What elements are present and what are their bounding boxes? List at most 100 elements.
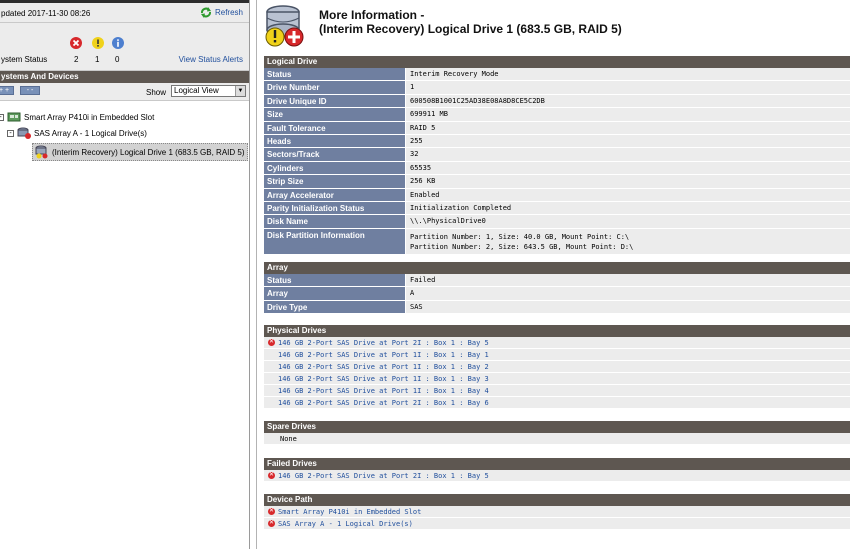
row-key: Cylinders bbox=[264, 161, 406, 175]
drive-link[interactable]: 146 GB 2-Port SAS Drive at Port 2I : Box… bbox=[278, 339, 489, 347]
warning-icon bbox=[92, 37, 104, 49]
failed-drives-table: Failed Drives ✕ 146 GB 2-Port SAS Drive a… bbox=[264, 458, 850, 482]
list-item[interactable]: 146 GB 2-Port SAS Drive at Port 2I : Box… bbox=[264, 397, 850, 409]
page-title: More Information - (Interim Recovery) Lo… bbox=[319, 8, 622, 36]
row-value: 32 bbox=[406, 148, 850, 161]
row-value: 699911 MB bbox=[406, 108, 850, 121]
row-value: 1 bbox=[406, 81, 850, 94]
row-key: Fault Tolerance bbox=[264, 121, 406, 134]
collapse-toggle[interactable]: - bbox=[7, 129, 14, 137]
expand-all-button[interactable]: + + bbox=[0, 86, 14, 95]
chevron-down-icon[interactable]: ▼ bbox=[235, 86, 245, 96]
view-select[interactable]: Logical View ▼ bbox=[171, 85, 246, 97]
list-item[interactable]: ✕ Smart Array P410i in Embedded Slot bbox=[264, 506, 850, 518]
row-value: Enabled bbox=[406, 188, 850, 201]
row-value: Partition Number: 1, Size: 40.0 GB, Moun… bbox=[406, 228, 850, 254]
error-icon: ✕ bbox=[268, 472, 275, 479]
system-status-area: ystem Status 2 1 0 View Status Alerts bbox=[0, 23, 249, 71]
drive-link[interactable]: 146 GB 2-Port SAS Drive at Port 1I : Box… bbox=[278, 363, 489, 371]
collapse-toggle[interactable]: - bbox=[0, 113, 4, 121]
table-row: Drive Number 1 bbox=[264, 81, 850, 95]
refresh-label: Refresh bbox=[214, 8, 243, 17]
row-value: Failed bbox=[406, 274, 850, 287]
row-value: SAS bbox=[406, 300, 850, 314]
view-status-alerts-link[interactable]: View Status Alerts bbox=[179, 55, 243, 64]
partition-line: Partition Number: 2, Size: 643.5 GB, Mou… bbox=[410, 242, 634, 251]
table-row: Status Interim Recovery Mode bbox=[264, 68, 850, 82]
table-row: Array Accelerator Enabled bbox=[264, 188, 850, 202]
table-row: Disk Name \\.\PhysicalDrive0 bbox=[264, 215, 850, 229]
systems-devices-header: ystems And Devices bbox=[0, 71, 249, 83]
array-table: Array Status Failed Array A Drive Type SAS bbox=[264, 262, 850, 315]
list-item[interactable]: 146 GB 2-Port SAS Drive at Port 1I : Box… bbox=[264, 349, 850, 361]
partition-line: Partition Number: 1, Size: 40.0 GB, Moun… bbox=[410, 232, 630, 241]
error-icon: ✕ bbox=[268, 339, 275, 346]
system-status-label: ystem Status bbox=[1, 55, 48, 64]
tree-item-label: Smart Array P410i in Embedded Slot bbox=[24, 112, 155, 122]
row-value: \\.\PhysicalDrive0 bbox=[406, 215, 850, 228]
spare-drives-header: Spare Drives bbox=[264, 421, 850, 433]
device-link[interactable]: Smart Array P410i in Embedded Slot bbox=[278, 508, 421, 516]
drive-link[interactable]: 146 GB 2-Port SAS Drive at Port 2I : Box… bbox=[278, 472, 489, 480]
row-value: 600508B1001C25AD38E08A8D8CE5C2DB bbox=[406, 94, 850, 108]
table-row: Sectors/Track 32 bbox=[264, 148, 850, 162]
row-value: RAID 5 bbox=[406, 121, 850, 134]
tree-item-array[interactable]: - SAS Array A - 1 Logical Drive(s) bbox=[7, 127, 147, 139]
show-label: Show bbox=[146, 88, 167, 97]
info-icon bbox=[112, 37, 124, 49]
row-key: Drive Type bbox=[264, 300, 406, 314]
logical-drive-table: Logical Drive Status Interim Recovery Mod… bbox=[264, 56, 850, 255]
table-row: Parity Initialization Status Initializati… bbox=[264, 201, 850, 216]
list-item[interactable]: 146 GB 2-Port SAS Drive at Port 1I : Box… bbox=[264, 373, 850, 385]
spare-drives-table: Spare Drives None bbox=[264, 421, 850, 445]
row-key: Strip Size bbox=[264, 175, 406, 188]
controller-icon bbox=[7, 112, 21, 122]
list-item[interactable]: ✕ 146 GB 2-Port SAS Drive at Port 2I : Bo… bbox=[264, 470, 850, 482]
last-updated-text: pdated 2017-11-30 08:26 bbox=[1, 9, 91, 18]
list-item[interactable]: ✕ 146 GB 2-Port SAS Drive at Port 2I : Bo… bbox=[264, 337, 850, 349]
table-row: Drive Type SAS bbox=[264, 300, 850, 315]
table-row: Size 699911 MB bbox=[264, 108, 850, 122]
view-select-value: Logical View bbox=[174, 86, 219, 95]
row-key: Parity Initialization Status bbox=[264, 201, 406, 215]
row-key: Status bbox=[264, 274, 406, 287]
warning-count: 1 bbox=[95, 55, 100, 64]
array-icon bbox=[17, 127, 31, 139]
tree-item-label: (Interim Recovery) Logical Drive 1 (683.… bbox=[52, 147, 245, 157]
list-item[interactable]: 146 GB 2-Port SAS Drive at Port 1I : Box… bbox=[264, 361, 850, 373]
collapse-all-button[interactable]: - - bbox=[20, 86, 40, 95]
table-row: Fault Tolerance RAID 5 bbox=[264, 121, 850, 135]
list-item[interactable]: 146 GB 2-Port SAS Drive at Port 1I : Box… bbox=[264, 385, 850, 397]
device-link[interactable]: SAS Array A - 1 Logical Drive(s) bbox=[278, 520, 413, 528]
row-key: Disk Partition Information bbox=[264, 228, 406, 254]
device-path-table: Device Path ✕ Smart Array P410i in Embedd… bbox=[264, 494, 850, 530]
table-row: Heads 255 bbox=[264, 134, 850, 149]
drive-link[interactable]: 146 GB 2-Port SAS Drive at Port 1I : Box… bbox=[278, 387, 489, 395]
updated-row: pdated 2017-11-30 08:26 Refresh bbox=[0, 3, 249, 23]
row-value: Interim Recovery Mode bbox=[406, 68, 850, 81]
page-title-line2: (Interim Recovery) Logical Drive 1 (683.… bbox=[319, 22, 622, 36]
tree-item-label: SAS Array A - 1 Logical Drive(s) bbox=[34, 128, 147, 138]
row-value: 65535 bbox=[406, 161, 850, 175]
drive-link[interactable]: 146 GB 2-Port SAS Drive at Port 2I : Box… bbox=[278, 399, 489, 407]
critical-count: 2 bbox=[74, 55, 79, 64]
device-path-header: Device Path bbox=[264, 494, 850, 506]
drive-link[interactable]: 146 GB 2-Port SAS Drive at Port 1I : Box… bbox=[278, 351, 489, 359]
left-pane: pdated 2017-11-30 08:26 Refresh ystem St… bbox=[0, 0, 250, 549]
refresh-button[interactable]: Refresh bbox=[200, 7, 243, 18]
tree-item-logical-drive[interactable]: (Interim Recovery) Logical Drive 1 (683.… bbox=[32, 143, 248, 161]
refresh-icon bbox=[200, 7, 211, 18]
tree-item-controller[interactable]: - Smart Array P410i in Embedded Slot bbox=[0, 111, 154, 123]
table-row: Cylinders 65535 bbox=[264, 161, 850, 176]
row-key: Sectors/Track bbox=[264, 148, 406, 161]
critical-icon bbox=[70, 37, 82, 49]
list-item[interactable]: ✕ SAS Array A - 1 Logical Drive(s) bbox=[264, 518, 850, 530]
row-key: Disk Name bbox=[264, 215, 406, 228]
row-value: A bbox=[406, 287, 850, 300]
drive-link[interactable]: 146 GB 2-Port SAS Drive at Port 1I : Box… bbox=[278, 375, 489, 383]
error-icon: ✕ bbox=[268, 520, 275, 527]
table-row: Status Failed bbox=[264, 274, 850, 288]
right-pane: More Information - (Interim Recovery) Lo… bbox=[256, 0, 850, 549]
table-row: Array A bbox=[264, 287, 850, 301]
failed-drives-header: Failed Drives bbox=[264, 458, 850, 470]
